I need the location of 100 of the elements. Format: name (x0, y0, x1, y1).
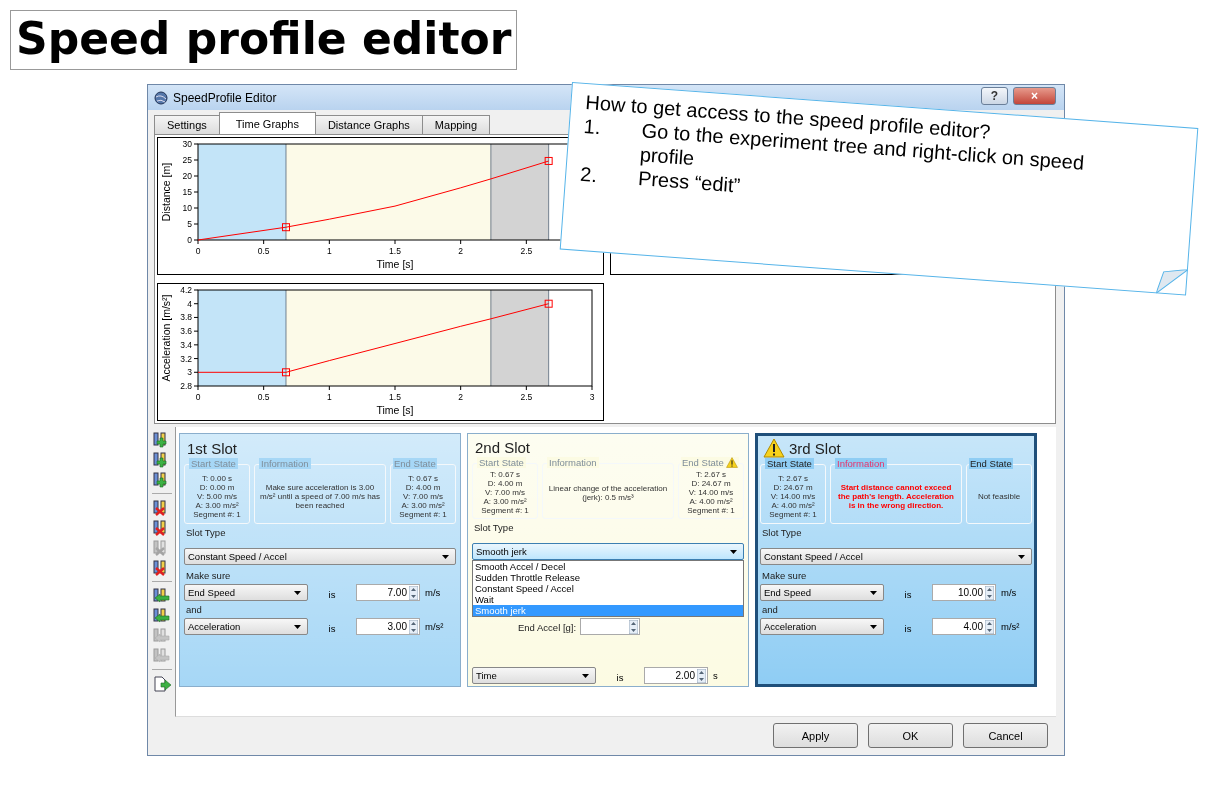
tick-label: 0 (195, 392, 201, 402)
tick-label: 1 (326, 246, 332, 256)
number-field[interactable] (580, 618, 641, 635)
tick-label: 0.5 (257, 246, 270, 256)
dialog-button[interactable]: Apply (773, 723, 858, 748)
info-text: Make sure acceleration is 3.00 m/s² until a speed of 7.00 m/s has been reached (258, 482, 382, 510)
slide-title: Speed profile editor (10, 10, 518, 70)
tick-label: 3.4 (180, 339, 192, 350)
tick-label: 20 (182, 171, 192, 181)
dialog-button[interactable]: OK (868, 723, 953, 748)
tick-label: 3 (187, 367, 192, 378)
group-label: Information (835, 458, 887, 469)
globe-icon (154, 90, 168, 105)
group-label: Information (259, 458, 311, 469)
state-line: D: 4.00 m (405, 482, 441, 492)
move-column-icon (151, 647, 172, 664)
dropdown-option[interactable]: Constant Speed / Accel (473, 583, 743, 594)
number-field[interactable]: 4.00 (932, 618, 996, 635)
quantity-dropdown[interactable]: Time (472, 667, 596, 684)
state-line: T: 0.67 s (407, 473, 439, 483)
tick-label: 2.5 (520, 392, 533, 402)
tick-label: 2 (458, 392, 464, 402)
tick-label: 30 (182, 139, 192, 149)
spinner-icon (409, 585, 418, 600)
tick-label: 3.2 (180, 353, 192, 364)
tick-label: 3.6 (180, 326, 192, 337)
dropdown-option[interactable]: Wait (473, 594, 743, 605)
tab[interactable]: Settings (154, 115, 220, 134)
field-label: is (327, 589, 337, 600)
state-line: A: 4.00 m/s² (771, 500, 815, 510)
tick-label: 2.5 (520, 246, 533, 256)
toolbar-button[interactable] (150, 586, 173, 605)
number-field[interactable]: 2.00 (644, 667, 708, 684)
tick-label: 2.8 (180, 381, 192, 391)
slot-type-dropdown[interactable]: Constant Speed / Accel (184, 548, 456, 565)
state-line: A: 3.00 m/s² (195, 500, 239, 510)
field-label: Slot Type (186, 527, 227, 538)
tick-label: 3 (589, 392, 595, 402)
tab[interactable]: Time Graphs (218, 112, 316, 134)
slot-panel[interactable] (755, 433, 1037, 687)
field-label: Make sure (762, 570, 808, 581)
dialog-button[interactable]: Cancel (963, 723, 1048, 748)
tick-label: 2 (458, 246, 464, 256)
quantity-dropdown[interactable]: End Speed (184, 584, 308, 601)
quantity-dropdown[interactable]: Acceleration (760, 618, 884, 635)
number-field[interactable]: 10.00 (932, 584, 996, 601)
quantity-dropdown[interactable]: Acceleration (184, 618, 308, 635)
axis-title: Distance [m] (160, 162, 172, 222)
slot-type-dropdown[interactable]: Smooth jerk (472, 543, 744, 560)
unit-label: m/s (425, 587, 441, 598)
dropdown-option[interactable]: Sudden Throttle Release (473, 572, 743, 583)
slot-type-dropdown[interactable]: Constant Speed / Accel (760, 548, 1032, 565)
caret-icon (294, 590, 301, 595)
dropdown-option[interactable]: Smooth Accel / Decel (473, 561, 743, 572)
state-line: V: 7.00 m/s (484, 488, 526, 498)
tick-label: 4.2 (180, 285, 192, 295)
caret-icon (1018, 554, 1025, 559)
state-line: T: 2.67 s (695, 470, 727, 480)
number-field[interactable]: 7.00 (356, 584, 420, 601)
move-column-icon (151, 587, 172, 604)
tab[interactable]: Distance Graphs (314, 115, 423, 134)
tick-label: 4 (187, 298, 192, 309)
step-number: 2. (579, 161, 599, 189)
tick-label: 5 (187, 219, 192, 229)
slot-title: 2nd Slot (475, 438, 531, 456)
tab[interactable]: Mapping (421, 115, 491, 134)
help-button[interactable]: ? (981, 86, 1008, 105)
window-title: SpeedProfile Editor (173, 90, 277, 105)
group-label: Information (547, 456, 599, 468)
caret-icon (870, 590, 877, 595)
quantity-dropdown[interactable]: End Speed (760, 584, 884, 601)
unit-label: m/s (1001, 587, 1017, 598)
tick-label: 1.5 (389, 246, 401, 256)
move-column-icon (151, 627, 172, 644)
state-line: Segment #: 1 (769, 509, 817, 519)
state-line: D: 24.67 m (691, 479, 731, 489)
slot-panel[interactable] (467, 433, 749, 687)
axis-title: Time [s] (376, 258, 414, 270)
state-line: Segment #: 1 (193, 509, 241, 519)
field-label: Make sure (186, 570, 232, 581)
state-line: V: 7.00 m/s (402, 491, 444, 501)
tick-label: 0 (195, 246, 201, 256)
caret-icon (870, 624, 877, 629)
state-line: V: 14.00 m/s (688, 488, 734, 498)
caret-icon (582, 673, 589, 678)
field-label: Slot Type (474, 522, 515, 533)
document-arrow-icon (151, 675, 172, 692)
number-field[interactable]: 3.00 (356, 618, 420, 635)
step-number: 1. (582, 114, 603, 141)
field-label: End Accel [g]: (518, 621, 577, 633)
group-label: End State (970, 458, 1012, 469)
unit-label: s (713, 670, 718, 681)
point-marker (544, 156, 553, 165)
state-line: Segment #: 1 (481, 506, 529, 516)
toolbar-button[interactable] (150, 606, 173, 625)
point-marker (544, 299, 553, 308)
tick-label: 1 (326, 392, 332, 402)
info-text: Start distance cannot exceed the path's length. Acceleration is in the wrong direction. (837, 482, 955, 510)
group-label: End State (394, 458, 436, 469)
slot-panel[interactable] (179, 433, 461, 687)
